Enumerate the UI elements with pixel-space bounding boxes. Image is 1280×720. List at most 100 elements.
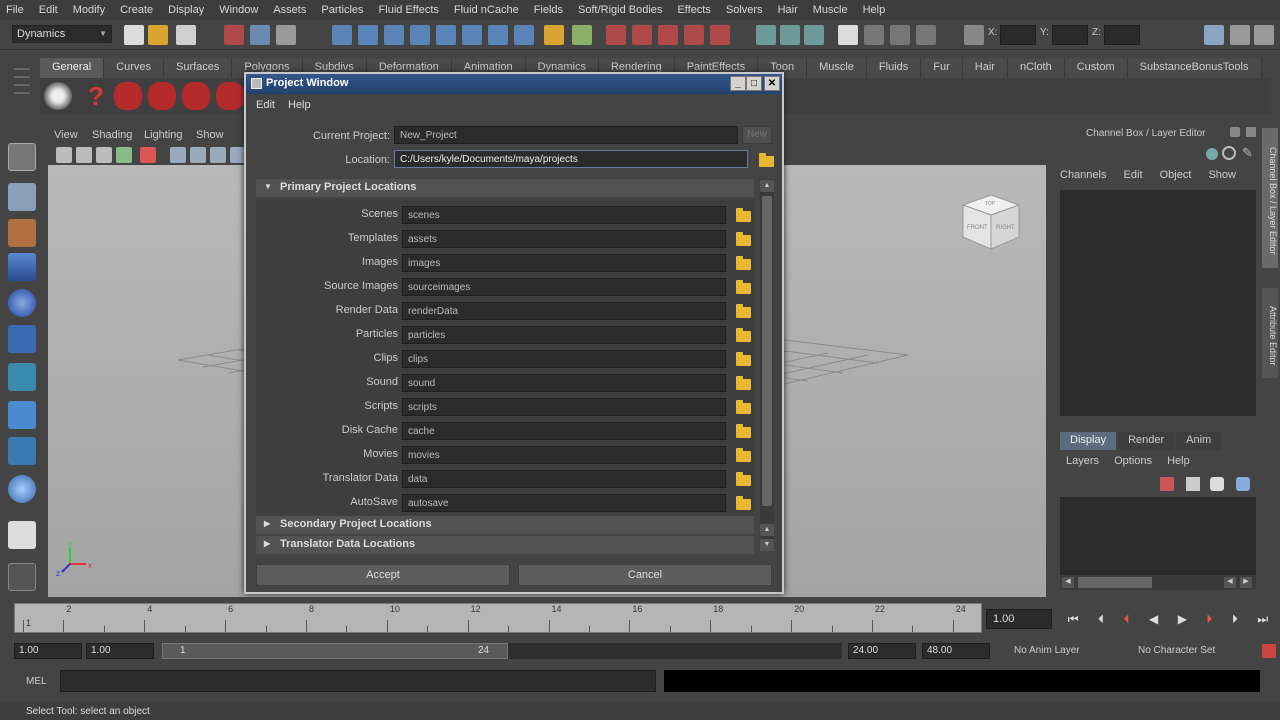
smooth-shade-icon[interactable] — [190, 147, 206, 163]
playback-end-field[interactable]: 24.00 — [848, 643, 916, 659]
location-path-field[interactable] — [402, 422, 726, 440]
shelf-handle-icon[interactable] — [14, 62, 30, 112]
character-set-dropdown[interactable]: No Character Set — [1134, 643, 1254, 659]
grid-toggle-icon[interactable] — [140, 147, 156, 163]
viewport-menu-lighting[interactable]: Lighting — [144, 129, 183, 141]
folder-icon[interactable] — [736, 448, 751, 462]
x-field[interactable] — [1000, 25, 1036, 45]
menu-fluid-effects[interactable]: Fluid Effects — [379, 4, 439, 16]
play-backwards-icon[interactable]: ◀ — [1149, 612, 1158, 626]
shelf-tool-icon[interactable] — [114, 82, 142, 110]
step-forward-key-icon[interactable]: ⏵ — [1206, 612, 1212, 627]
location-path-field[interactable] — [402, 350, 726, 368]
y-field[interactable] — [1052, 25, 1088, 45]
folder-icon[interactable] — [736, 304, 751, 318]
shelf-tab-general[interactable]: General — [40, 58, 105, 78]
location-path-field[interactable] — [402, 446, 726, 464]
manipulator-tool-icon[interactable] — [8, 363, 36, 391]
maximize-icon[interactable]: □ — [746, 76, 762, 91]
time-slider[interactable]: 1 2 4 6 8 10 12 14 16 18 20 22 24 — [14, 603, 982, 633]
menu-modify[interactable]: Modify — [73, 4, 105, 16]
new-layer-selected-icon[interactable] — [1186, 477, 1200, 491]
primary-locations-header[interactable]: ▼ Primary Project Locations — [256, 179, 754, 197]
menu-display[interactable]: Display — [168, 4, 204, 16]
rotate-tool-icon[interactable] — [8, 289, 36, 317]
folder-icon[interactable] — [759, 153, 774, 167]
step-back-frame-icon[interactable]: ⏴ — [1098, 612, 1104, 627]
render-view-icon[interactable] — [684, 25, 704, 45]
location-path-field[interactable] — [402, 374, 726, 392]
range-start-field[interactable]: 1.00 — [14, 643, 82, 659]
bookmark-icon[interactable] — [96, 147, 112, 163]
shelf-tool-icon[interactable] — [182, 82, 210, 110]
folder-icon[interactable] — [736, 376, 751, 390]
folder-icon[interactable] — [736, 496, 751, 510]
channel-edit-menu[interactable]: Edit — [1124, 169, 1143, 181]
select-component-icon[interactable] — [276, 25, 296, 45]
pen-icon[interactable]: ✎ — [1242, 146, 1256, 160]
menu-muscle[interactable]: Muscle — [813, 4, 848, 16]
menu-set-dropdown[interactable]: Dynamics ▼ — [12, 25, 112, 43]
z-field[interactable] — [1104, 25, 1140, 45]
channel-box-icon[interactable] — [916, 25, 936, 45]
folder-icon[interactable] — [736, 400, 751, 414]
folder-icon[interactable] — [736, 232, 751, 246]
shelf-tab-custom[interactable]: Custom — [1064, 58, 1128, 78]
location-path-field[interactable] — [402, 278, 726, 296]
channel-show-menu[interactable]: Show — [1208, 169, 1236, 181]
current-frame-field[interactable]: 1.00 — [986, 609, 1052, 629]
save-scene-icon[interactable] — [176, 25, 196, 45]
layer-list[interactable] — [1060, 497, 1256, 575]
new-layer-icon[interactable] — [1160, 477, 1174, 491]
select-by-name-icon[interactable] — [780, 25, 800, 45]
folder-icon[interactable] — [736, 424, 751, 438]
layout-outliner-icon[interactable] — [8, 563, 36, 591]
new-project-button[interactable]: New — [742, 126, 772, 144]
go-to-end-icon[interactable]: ⏭ — [1257, 612, 1268, 627]
shelf-tab-hair[interactable]: Hair — [962, 58, 1008, 78]
secondary-locations-header[interactable]: ▶ Secondary Project Locations — [256, 516, 754, 534]
layers-menu[interactable]: Layers — [1066, 455, 1099, 467]
menu-fields[interactable]: Fields — [534, 4, 563, 16]
tab-channel-box-layer-editor[interactable]: Channel Box / Layer Editor — [1262, 128, 1278, 268]
go-to-start-icon[interactable]: ⏮ — [1068, 612, 1079, 627]
grid-layout-icon[interactable] — [1230, 25, 1250, 45]
step-forward-frame-icon[interactable]: ⏵ — [1232, 612, 1238, 627]
tab-anim[interactable]: Anim — [1176, 432, 1222, 450]
shelf-tab-muscle[interactable]: Muscle — [807, 58, 867, 78]
location-path-field[interactable] — [402, 230, 726, 248]
menu-window[interactable]: Window — [219, 4, 258, 16]
location-path-field[interactable] — [402, 494, 726, 512]
lock-icon[interactable] — [544, 25, 564, 45]
scroll-right-icon[interactable]: ▶ — [1240, 577, 1252, 588]
textured-icon[interactable] — [210, 147, 226, 163]
scroll-up-icon[interactable]: ▲ — [760, 524, 774, 536]
menu-help[interactable]: Help — [863, 4, 886, 16]
menu-soft-rigid-bodies[interactable]: Soft/Rigid Bodies — [578, 4, 662, 16]
playback-start-field[interactable]: 1.00 — [86, 643, 154, 659]
shelf-tab-surfaces[interactable]: Surfaces — [163, 58, 233, 78]
select-object-icon[interactable] — [250, 25, 270, 45]
menu-effects[interactable]: Effects — [677, 4, 710, 16]
render-settings-icon[interactable] — [658, 25, 678, 45]
dialog-menu-help[interactable]: Help — [288, 99, 311, 111]
outliner-layout-icon[interactable] — [1254, 25, 1274, 45]
layout-single-icon[interactable] — [8, 521, 36, 549]
render-current-icon[interactable] — [606, 25, 626, 45]
location-path-field[interactable] — [402, 302, 726, 320]
tab-display[interactable]: Display — [1060, 432, 1117, 450]
minimize-icon[interactable]: _ — [730, 76, 746, 91]
accept-button[interactable]: Accept — [256, 564, 510, 586]
layer-move-up-icon[interactable] — [1210, 477, 1224, 491]
tab-render[interactable]: Render — [1118, 432, 1175, 450]
shelf-tool-icon[interactable] — [148, 82, 176, 110]
history-icon[interactable] — [488, 25, 508, 45]
move-tool-icon[interactable] — [8, 253, 36, 281]
select-hierarchy-icon[interactable] — [224, 25, 244, 45]
hypershade-icon[interactable] — [710, 25, 730, 45]
range-end-field[interactable]: 48.00 — [922, 643, 990, 659]
camera-attributes-icon[interactable] — [76, 147, 92, 163]
menu-create[interactable]: Create — [120, 4, 153, 16]
select-tool-icon[interactable] — [8, 143, 36, 171]
rename-icon[interactable] — [804, 25, 824, 45]
